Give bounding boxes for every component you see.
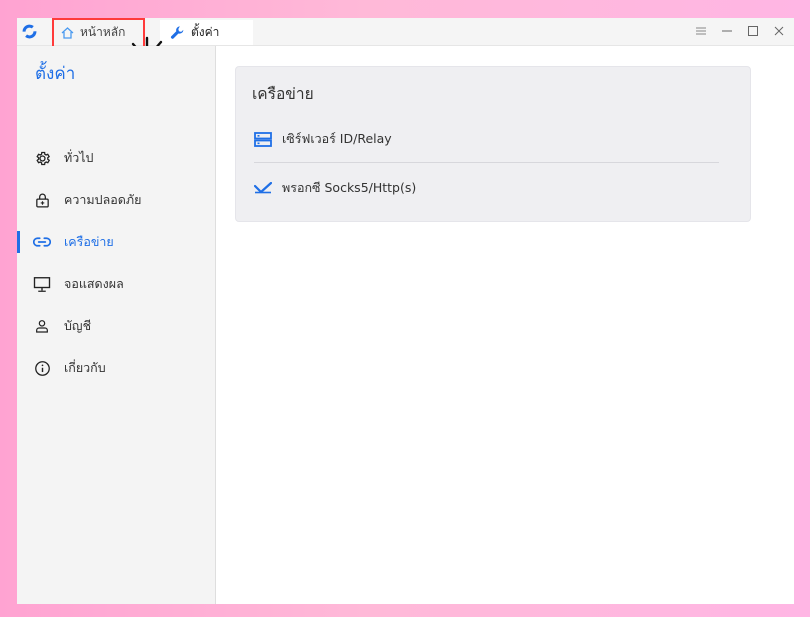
menu-icon[interactable] — [694, 24, 708, 38]
sidebar-item-label: เกี่ยวกับ — [64, 360, 106, 375]
sidebar-item-general[interactable]: ทั่วไป — [17, 137, 215, 179]
sidebar-item-about[interactable]: เกี่ยวกับ — [17, 347, 215, 389]
socks-http-proxy-item[interactable]: พรอกซี Socks5/Http(s) — [254, 173, 719, 203]
minimize-icon[interactable] — [720, 24, 734, 38]
proxy-icon — [254, 180, 272, 196]
tab-settings-label: ตั้งค่า — [191, 25, 220, 39]
lock-icon — [33, 191, 51, 209]
row-divider — [254, 162, 719, 163]
id-relay-server-item[interactable]: เซิร์ฟเวอร์ ID/Relay — [254, 124, 719, 154]
sidebar: ตั้งค่า ทั่วไป ความปลอดภัย เครือข่าย จอแ… — [17, 46, 216, 604]
id-relay-server-label: เซิร์ฟเวอร์ ID/Relay — [282, 131, 392, 146]
gear-icon — [33, 149, 51, 167]
monitor-icon — [33, 275, 51, 293]
sidebar-item-label: ความปลอดภัย — [64, 192, 142, 207]
sidebar-item-label: เครือข่าย — [64, 234, 114, 249]
sidebar-nav: ทั่วไป ความปลอดภัย เครือข่าย จอแสดงผล บั… — [17, 137, 215, 389]
close-icon[interactable] — [772, 24, 786, 38]
sidebar-item-network[interactable]: เครือข่าย — [17, 221, 215, 263]
sidebar-item-security[interactable]: ความปลอดภัย — [17, 179, 215, 221]
sidebar-item-label: จอแสดงผล — [64, 276, 124, 291]
app-logo-icon — [22, 24, 37, 39]
link-icon — [33, 233, 51, 251]
sidebar-title: ตั้งค่า — [35, 64, 76, 84]
maximize-icon[interactable] — [746, 24, 760, 38]
app-window: หน้าหลัก ตั้งค่า ตั้งค่า ทั่วไป ความปลอด… — [17, 18, 794, 604]
user-icon — [33, 317, 51, 335]
sidebar-item-account[interactable]: บัญชี — [17, 305, 215, 347]
sidebar-item-label: บัญชี — [64, 318, 92, 333]
socks-http-proxy-label: พรอกซี Socks5/Http(s) — [282, 180, 417, 195]
sidebar-item-label: ทั่วไป — [64, 150, 94, 165]
window-controls — [694, 24, 786, 38]
server-icon — [254, 131, 272, 147]
info-icon — [33, 359, 51, 377]
sidebar-item-display[interactable]: จอแสดงผล — [17, 263, 215, 305]
network-settings-card: เครือข่าย เซิร์ฟเวอร์ ID/Relay พรอกซี So… — [235, 66, 751, 222]
home-icon — [61, 26, 74, 39]
section-title: เครือข่าย — [252, 85, 314, 103]
